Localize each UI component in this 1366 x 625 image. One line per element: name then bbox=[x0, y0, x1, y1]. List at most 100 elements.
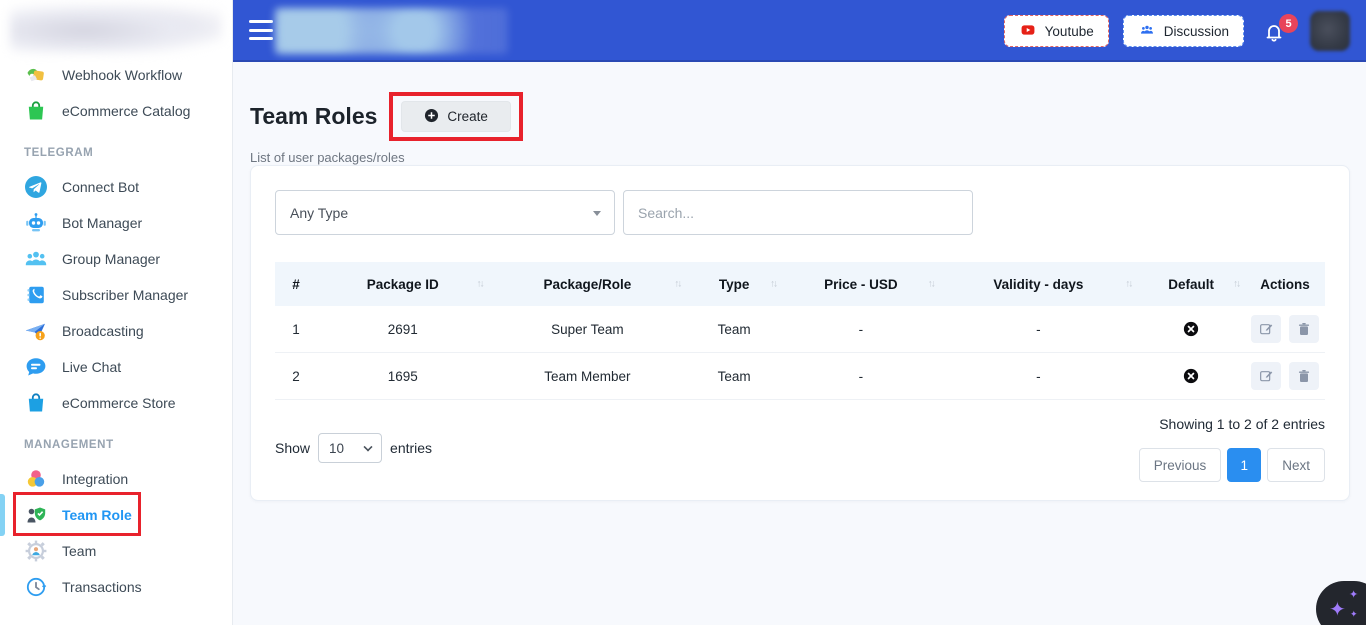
cell-package-id: 2691 bbox=[317, 306, 489, 353]
discussion-button[interactable]: Discussion bbox=[1123, 15, 1244, 47]
youtube-play-icon bbox=[1019, 23, 1037, 40]
sort-icon[interactable]: ↑↓ bbox=[770, 279, 776, 290]
table-footer: Show 10 entries Showing 1 to 2 of 2 entr… bbox=[275, 414, 1325, 482]
person-shield-icon bbox=[24, 503, 48, 527]
annotation-highlight-create: Create bbox=[389, 92, 523, 141]
sort-icon[interactable]: ↑↓ bbox=[1125, 279, 1131, 290]
roles-card: Any Type # Package ID↑↓ Package/Role↑↓ T… bbox=[250, 165, 1350, 501]
discussion-button-label: Discussion bbox=[1164, 24, 1229, 39]
column-header-package-role[interactable]: Package/Role↑↓ bbox=[489, 262, 687, 306]
sort-icon[interactable]: ↑↓ bbox=[928, 279, 934, 290]
search-input[interactable] bbox=[623, 190, 973, 235]
delete-button[interactable] bbox=[1289, 362, 1319, 390]
plus-circle-icon bbox=[424, 108, 439, 126]
sidebar-section-management: MANAGEMENT bbox=[0, 433, 232, 457]
app-window: Webhook Workflow eCommerce Catalog TELEG… bbox=[0, 0, 1366, 625]
people-icon bbox=[1138, 23, 1156, 40]
sidebar-item-label: eCommerce Catalog bbox=[62, 103, 190, 119]
topbar-actions: Youtube Discussion 5 bbox=[1004, 0, 1350, 62]
cell-default bbox=[1137, 353, 1245, 400]
roles-table: # Package ID↑↓ Package/Role↑↓ Type↑↓ Pri… bbox=[275, 262, 1325, 400]
sidebar-item-webhook-workflow[interactable]: Webhook Workflow bbox=[0, 57, 232, 93]
sidebar-item-label: Live Chat bbox=[62, 359, 121, 375]
column-header-type[interactable]: Type↑↓ bbox=[686, 262, 782, 306]
sidebar-item-label: Subscriber Manager bbox=[62, 287, 188, 303]
trash-icon bbox=[1296, 321, 1312, 337]
hamburger-menu-icon[interactable] bbox=[249, 20, 273, 40]
telegram-plane-icon bbox=[24, 175, 48, 199]
cell-package-role: Super Team bbox=[489, 306, 687, 353]
edit-button[interactable] bbox=[1251, 362, 1281, 390]
sidebar-item-label: Connect Bot bbox=[62, 179, 139, 195]
gear-person-icon bbox=[24, 539, 48, 563]
page-size-select[interactable]: 10 bbox=[318, 433, 382, 463]
edit-button[interactable] bbox=[1251, 315, 1281, 343]
sidebar-logo-blurred bbox=[10, 3, 222, 53]
sidebar-item-label: eCommerce Store bbox=[62, 395, 176, 411]
type-filter-value: Any Type bbox=[290, 205, 348, 221]
trash-icon bbox=[1296, 368, 1312, 384]
youtube-button[interactable]: Youtube bbox=[1004, 15, 1109, 47]
cell-num: 2 bbox=[275, 353, 317, 400]
sidebar-item-ecommerce-store[interactable]: eCommerce Store bbox=[0, 385, 232, 421]
sidebar-item-broadcasting[interactable]: Broadcasting bbox=[0, 313, 232, 349]
column-header-validity[interactable]: Validity - days↑↓ bbox=[940, 262, 1138, 306]
entries-label: entries bbox=[390, 440, 432, 456]
sparkles-icon: ✦ bbox=[1329, 597, 1346, 622]
robot-icon bbox=[24, 211, 48, 235]
cell-validity: - bbox=[940, 353, 1138, 400]
chevron-down-icon bbox=[593, 211, 601, 216]
main-content: Team Roles Create List of user packages/… bbox=[233, 62, 1366, 625]
sidebar-item-group-manager[interactable]: Group Manager bbox=[0, 241, 232, 277]
ecommerce-catalog-icon bbox=[24, 99, 48, 123]
sidebar-item-label: Broadcasting bbox=[62, 323, 144, 339]
cell-type: Team bbox=[686, 306, 782, 353]
next-page-button[interactable]: Next bbox=[1267, 448, 1325, 482]
type-filter-select[interactable]: Any Type bbox=[275, 190, 615, 235]
sidebar-item-bot-manager[interactable]: Bot Manager bbox=[0, 205, 232, 241]
sidebar-item-label: Webhook Workflow bbox=[62, 67, 182, 83]
sidebar-item-label: Group Manager bbox=[62, 251, 160, 267]
sort-icon[interactable]: ↑↓ bbox=[1233, 279, 1239, 290]
page-head: Team Roles Create List of user packages/… bbox=[233, 62, 1366, 165]
create-button[interactable]: Create bbox=[401, 101, 511, 132]
current-page-button[interactable]: 1 bbox=[1227, 448, 1261, 482]
sort-icon[interactable]: ↑↓ bbox=[477, 279, 483, 290]
cell-validity: - bbox=[940, 306, 1138, 353]
sidebar-item-subscriber-manager[interactable]: Subscriber Manager bbox=[0, 277, 232, 313]
edit-icon bbox=[1258, 321, 1274, 337]
user-avatar[interactable] bbox=[1310, 11, 1350, 51]
contact-book-icon bbox=[24, 283, 48, 307]
column-header-price[interactable]: Price - USD↑↓ bbox=[782, 262, 940, 306]
sidebar-item-connect-bot[interactable]: Connect Bot bbox=[0, 169, 232, 205]
sidebar-item-ecommerce-catalog[interactable]: eCommerce Catalog bbox=[0, 93, 232, 129]
sidebar-item-live-chat[interactable]: Live Chat bbox=[0, 349, 232, 385]
cell-default bbox=[1137, 306, 1245, 353]
pagination: Previous 1 Next bbox=[1139, 448, 1325, 482]
circle-x-icon bbox=[1182, 367, 1200, 385]
history-clock-icon bbox=[24, 575, 48, 599]
sidebar-item-team[interactable]: Team bbox=[0, 533, 232, 569]
sidebar-item-label: Team Role bbox=[62, 507, 132, 523]
column-header-default[interactable]: Default↑↓ bbox=[1137, 262, 1245, 306]
sidebar-item-label: Team bbox=[62, 543, 96, 559]
column-header-package-id[interactable]: Package ID↑↓ bbox=[317, 262, 489, 306]
cell-actions bbox=[1245, 353, 1325, 400]
integration-circles-icon bbox=[24, 467, 48, 491]
sidebar-item-label: Bot Manager bbox=[62, 215, 142, 231]
delete-button[interactable] bbox=[1289, 315, 1319, 343]
sort-icon[interactable]: ↑↓ bbox=[674, 279, 680, 290]
sidebar-item-integration[interactable]: Integration bbox=[0, 461, 232, 497]
shopping-bag-icon bbox=[24, 391, 48, 415]
circle-x-icon bbox=[1182, 320, 1200, 338]
sidebar-item-team-role[interactable]: Team Role bbox=[0, 497, 232, 533]
table-row: 1 2691 Super Team Team - - bbox=[275, 306, 1325, 353]
sidebar-item-transactions[interactable]: Transactions bbox=[0, 569, 232, 605]
chat-bubble-icon bbox=[24, 355, 48, 379]
group-people-icon bbox=[24, 247, 48, 271]
cell-type: Team bbox=[686, 353, 782, 400]
filter-row: Any Type bbox=[275, 190, 1325, 235]
notification-bell-icon[interactable]: 5 bbox=[1262, 16, 1290, 46]
previous-page-button[interactable]: Previous bbox=[1139, 448, 1222, 482]
table-header-row: # Package ID↑↓ Package/Role↑↓ Type↑↓ Pri… bbox=[275, 262, 1325, 306]
